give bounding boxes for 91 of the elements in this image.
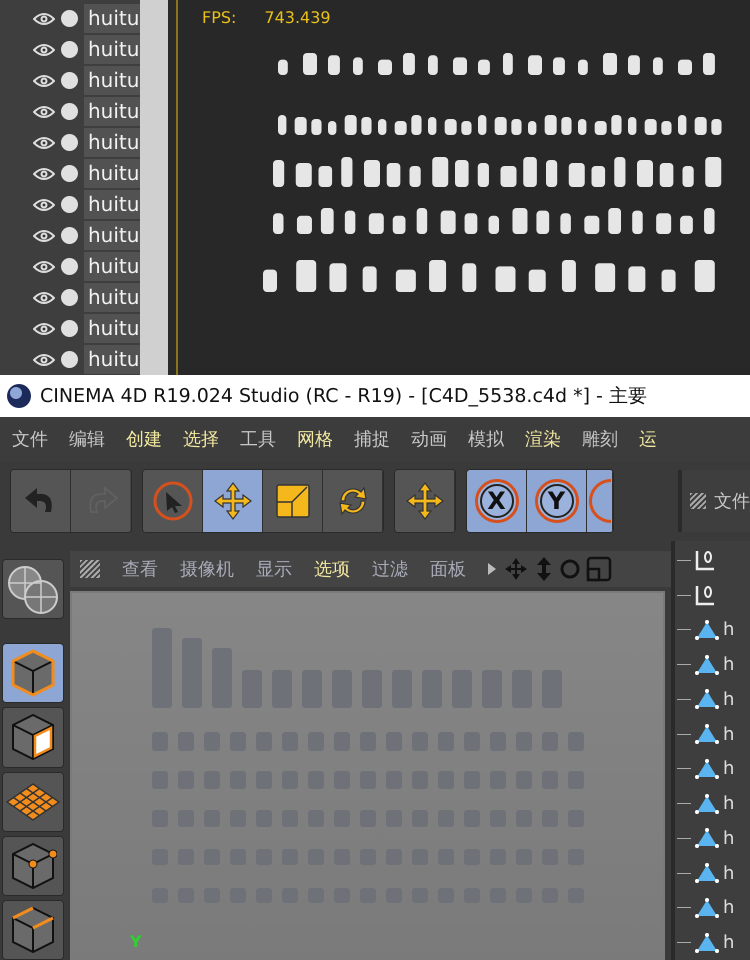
fps-value: 743.439 — [264, 7, 331, 29]
null-object-icon — [694, 549, 716, 572]
viewport-menu-item[interactable]: 面板 — [430, 556, 466, 582]
eye-icon[interactable] — [33, 198, 55, 212]
polygon-grid-icon — [5, 782, 61, 822]
mesh-triangle-icon — [694, 618, 720, 641]
mesh-triangle-icon — [694, 827, 720, 850]
object-name[interactable]: h — [723, 824, 734, 852]
fps-label: FPS: — [202, 7, 236, 29]
object-name[interactable]: huitu — [84, 128, 140, 157]
menu-item[interactable]: 模拟 — [468, 426, 504, 452]
cube-edges-icon — [9, 904, 57, 956]
window-title: CINEMA 4D R19.024 Studio (RC - R19) - [C4D_5538.c4d *] - 主要 — [40, 384, 647, 409]
mesh-triangle-icon — [694, 862, 720, 884]
move-arrows-icon — [212, 480, 254, 522]
eye-icon[interactable] — [33, 166, 55, 180]
menu-item[interactable]: 创建 — [126, 426, 162, 452]
grip-icon — [690, 493, 706, 509]
object-name[interactable]: h — [723, 894, 734, 922]
object-name[interactable]: huitu — [84, 4, 140, 33]
menu-item[interactable]: 捕捉 — [354, 426, 390, 452]
axis-letter: X — [480, 484, 514, 518]
object-name[interactable]: huitu — [84, 35, 140, 64]
menu-item[interactable]: 渲染 — [525, 426, 561, 452]
object-name[interactable]: huitu — [84, 314, 140, 343]
mesh-triangle-icon — [694, 896, 720, 919]
eye-icon[interactable] — [33, 12, 55, 26]
app-logo-icon — [6, 383, 32, 409]
object-name[interactable]: h — [723, 790, 734, 818]
grip-icon — [80, 560, 100, 578]
mode-button[interactable] — [2, 772, 64, 832]
panel-tab[interactable]: 文件 — [714, 488, 750, 514]
object-name[interactable]: huitu — [84, 252, 140, 281]
axis-letter: Y — [540, 484, 574, 518]
eye-icon[interactable] — [33, 42, 55, 56]
menu-item[interactable]: 动画 — [411, 426, 447, 452]
menu-item[interactable]: 运 — [639, 426, 657, 452]
eye-icon[interactable] — [33, 260, 55, 274]
object-name[interactable]: h — [723, 860, 734, 887]
toolbar-button[interactable] — [203, 470, 263, 532]
menu-item[interactable]: 文件 — [12, 426, 48, 452]
object-name[interactable]: huitu — [84, 190, 140, 219]
toolbar-button[interactable] — [587, 470, 613, 532]
menu-item[interactable]: 雕刻 — [582, 426, 618, 452]
menu-item[interactable]: 编辑 — [69, 426, 105, 452]
viewport-menu-item[interactable]: 选项 — [314, 556, 350, 582]
object-name[interactable]: h — [723, 755, 734, 782]
mode-button[interactable] — [2, 643, 64, 704]
object-name[interactable]: h — [723, 720, 734, 748]
mesh-triangle-icon — [694, 688, 720, 710]
eye-icon[interactable] — [33, 322, 55, 336]
eye-icon[interactable] — [33, 104, 55, 118]
object-name[interactable]: huitu — [84, 283, 140, 312]
object-name[interactable]: huitu — [84, 66, 140, 95]
mode-button[interactable] — [2, 559, 64, 620]
axis-label: Y — [130, 931, 142, 953]
eye-icon[interactable] — [33, 74, 55, 88]
eye-icon[interactable] — [33, 290, 55, 304]
object-name[interactable]: h — [723, 616, 734, 644]
object-name[interactable]: huitu — [84, 221, 140, 250]
object-name[interactable]: huitu — [84, 159, 140, 188]
toolbar-button[interactable]: X — [467, 470, 527, 532]
move-arrows-icon — [404, 480, 446, 522]
viewport-menu-item[interactable]: 显示 — [256, 556, 292, 582]
viewport-menu-item[interactable]: 过滤 — [372, 556, 408, 582]
mode-button[interactable] — [2, 707, 64, 768]
toolbar-button[interactable] — [143, 470, 203, 532]
viewport-menu-item[interactable]: 查看 — [122, 556, 158, 582]
viewport-menu-item[interactable]: 摄像机 — [180, 556, 234, 582]
object-name[interactable]: huitu — [84, 97, 140, 126]
mesh-triangle-icon — [694, 932, 720, 954]
object-name[interactable]: h — [723, 686, 734, 713]
mesh-triangle-icon — [694, 758, 720, 780]
eye-icon[interactable] — [33, 228, 55, 242]
mesh-triangle-icon — [694, 654, 720, 676]
toolbar-button[interactable]: Y — [527, 470, 587, 532]
object-name[interactable]: h — [723, 651, 734, 678]
menu-item[interactable]: 工具 — [240, 426, 276, 452]
object-name[interactable]: h — [723, 929, 734, 956]
eye-icon[interactable] — [33, 136, 55, 150]
scale-square-icon — [274, 482, 312, 520]
play-triangle-icon[interactable] — [488, 563, 496, 575]
mesh-triangle-icon — [694, 723, 720, 746]
null-object-icon — [694, 584, 716, 606]
object-name[interactable]: huitu — [84, 345, 140, 374]
cube-icon — [9, 647, 57, 700]
menu-item[interactable]: 网格 — [297, 426, 333, 452]
menu-item[interactable]: 选择 — [183, 426, 219, 452]
eye-icon[interactable] — [33, 352, 55, 366]
mode-button[interactable] — [2, 900, 64, 960]
mesh-triangle-icon — [694, 792, 720, 815]
